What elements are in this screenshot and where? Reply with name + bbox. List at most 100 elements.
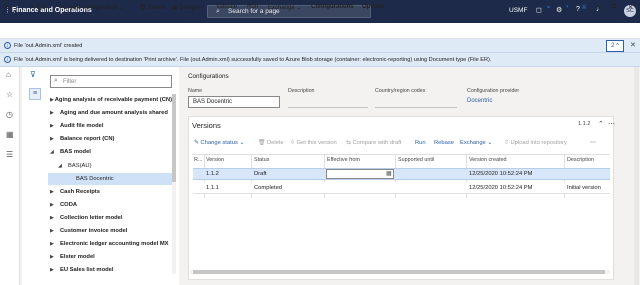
- tree-node[interactable]: ▶ Cash Receipts: [48, 186, 172, 198]
- designer-button[interactable]: ▣ Designer: [172, 4, 203, 11]
- filter-placeholder: Filter: [63, 78, 77, 85]
- status-cell: Completed: [254, 185, 283, 191]
- name-field[interactable]: BAS Docentric: [188, 96, 280, 108]
- tree-node-label: Collection letter model: [60, 214, 123, 221]
- column-header[interactable]: Effective from: [327, 157, 360, 163]
- more-icon[interactable]: ⋯: [608, 120, 615, 128]
- info-icon: i: [4, 42, 11, 49]
- rebase-button[interactable]: Rebase: [434, 140, 454, 146]
- provider-link[interactable]: Docentric: [467, 98, 492, 104]
- chevron-down-icon[interactable]: ◢: [58, 163, 68, 169]
- delete-button[interactable]: 🗑 Delete: [139, 4, 166, 11]
- horizontal-scrollbar-thumb[interactable]: [193, 270, 605, 274]
- tree-node[interactable]: ▶ Aging and due amount analysis shared: [48, 107, 172, 119]
- attachment-icon[interactable]: ⌘: [581, 4, 587, 11]
- link-icon[interactable]: ⚭: [546, 4, 551, 11]
- create-configuration-button[interactable]: + Create configuration ⌄: [58, 4, 124, 11]
- workspaces-icon[interactable]: ▦: [6, 130, 14, 139]
- calendar-icon[interactable]: ▦: [386, 170, 392, 177]
- chevron-right-icon[interactable]: ▶: [50, 202, 60, 208]
- more-actions-icon[interactable]: ⋯: [590, 140, 596, 146]
- notification-icon[interactable]: ◻: [536, 6, 542, 14]
- chevron-right-icon[interactable]: ▶: [50, 241, 60, 247]
- tree-filter-input[interactable]: ⌕ Filter: [50, 75, 172, 88]
- pencil-icon: ✎: [30, 5, 36, 11]
- column-header[interactable]: Status: [254, 157, 269, 163]
- chevron-right-icon[interactable]: ▶: [50, 123, 60, 129]
- tree-node-label: Electronic ledger accounting model MX: [60, 241, 169, 248]
- nav-rail: [0, 67, 20, 285]
- clock-icon[interactable]: ◷: [6, 110, 13, 119]
- exchange-menu[interactable]: Exchange ⌄: [268, 4, 301, 11]
- created-cell: 12/25/2020 10:52:24 PM: [469, 171, 533, 177]
- search-icon: ⌕: [54, 77, 58, 84]
- hamburger-icon[interactable]: ≡: [4, 2, 9, 11]
- description-field[interactable]: [288, 96, 368, 108]
- run-version-button[interactable]: Run: [415, 140, 426, 146]
- tree-node[interactable]: ▶ Elster model: [48, 251, 172, 263]
- column-header[interactable]: R...: [194, 157, 202, 163]
- chevron-right-icon[interactable]: ▶: [50, 254, 60, 260]
- configurations-tab[interactable]: Configurations: [311, 4, 354, 10]
- tree-node[interactable]: ▶ Electronic ledger accounting model MX: [48, 238, 172, 250]
- tree-node-label: BAS Docentric: [76, 175, 114, 182]
- tree-scrollbar-thumb[interactable]: [172, 94, 176, 182]
- refresh-icon[interactable]: ↻: [596, 4, 601, 11]
- divider: [192, 154, 610, 155]
- close-icon[interactable]: ✕: [628, 4, 633, 11]
- effective-from-input[interactable]: [326, 169, 394, 179]
- help-icon[interactable]: ?: [576, 6, 580, 13]
- column-header[interactable]: Supported until: [398, 157, 434, 163]
- column-header[interactable]: Description: [567, 157, 594, 163]
- gear-icon[interactable]: ⚙: [556, 6, 562, 14]
- chevron-down-icon[interactable]: ◢: [50, 149, 60, 155]
- tree-node[interactable]: BAS Docentric: [48, 172, 172, 185]
- chevron-right-icon[interactable]: ▶: [50, 136, 60, 142]
- office-icon[interactable]: ◐: [566, 4, 570, 10]
- get-this-version-button[interactable]: ⇩ Get this version: [290, 140, 337, 146]
- validate-button[interactable]: Validate: [216, 4, 237, 10]
- tree-node[interactable]: ▶ Aging analysis of receivable payment (C…: [48, 94, 172, 106]
- chevron-right-icon[interactable]: ▶: [50, 110, 60, 116]
- chevron-right-icon[interactable]: ▶: [50, 215, 60, 221]
- run-button[interactable]: Run: [247, 4, 258, 10]
- chevron-right-icon[interactable]: ▶: [50, 267, 60, 273]
- chevron-right-icon[interactable]: ▶: [50, 228, 60, 234]
- company-picker[interactable]: USMF: [509, 7, 527, 14]
- column-header[interactable]: Version: [206, 157, 224, 163]
- version-cell: 1.1.1: [206, 185, 219, 191]
- close-icon[interactable]: ✕: [630, 41, 636, 49]
- popout-icon[interactable]: ⧉: [612, 4, 616, 11]
- list-icon[interactable]: ☰: [6, 150, 13, 159]
- message-count-button[interactable]: 2 ^: [606, 40, 624, 52]
- chevron-right-icon[interactable]: ▶: [50, 189, 60, 195]
- status-cell: Draft: [254, 171, 267, 177]
- star-icon[interactable]: ☆: [6, 90, 13, 99]
- upload-into-repository-button[interactable]: ⇧ Upload into repository: [504, 140, 567, 146]
- country-field[interactable]: [375, 96, 457, 108]
- tree-node[interactable]: ▶ EU Sales list model: [48, 264, 172, 276]
- exchange-version-menu[interactable]: Exchange ⌄: [460, 140, 492, 146]
- tree-node[interactable]: ◢ BAS(AU): [48, 160, 172, 172]
- home-icon[interactable]: ⌂: [6, 70, 11, 79]
- options-tab[interactable]: Options: [362, 4, 385, 10]
- trash-icon: 🗑: [139, 5, 147, 11]
- tree-node[interactable]: ▶ Audit file model: [48, 120, 172, 132]
- filter-icon[interactable]: ⊽: [30, 70, 36, 79]
- tree-node[interactable]: ◢ BAS model: [48, 146, 172, 158]
- collapse-icon[interactable]: ⌃: [598, 120, 604, 128]
- tree-node[interactable]: ▶ Customer invoice model: [48, 225, 172, 237]
- compare-with-draft-button[interactable]: ⇆ Compare with draft: [346, 140, 401, 146]
- edit-button[interactable]: ✎ Edit: [30, 4, 47, 11]
- tree-node[interactable]: ▶ Balance report (CN): [48, 133, 172, 145]
- page-scrollbar[interactable]: [634, 67, 639, 285]
- column-header[interactable]: Version created: [469, 157, 506, 163]
- delete-version-button[interactable]: 🗑 Delete: [258, 140, 284, 146]
- tree-node[interactable]: ▶ CODA: [48, 199, 172, 211]
- plus-icon: +: [58, 5, 62, 11]
- info-icon: i: [4, 56, 11, 63]
- change-status-menu[interactable]: ✎ Change status ⌄: [194, 140, 244, 146]
- tree-node[interactable]: ▶ Collection letter model: [48, 212, 172, 224]
- name-label: Name: [188, 88, 203, 94]
- list-view-icon[interactable]: ≡: [29, 88, 41, 100]
